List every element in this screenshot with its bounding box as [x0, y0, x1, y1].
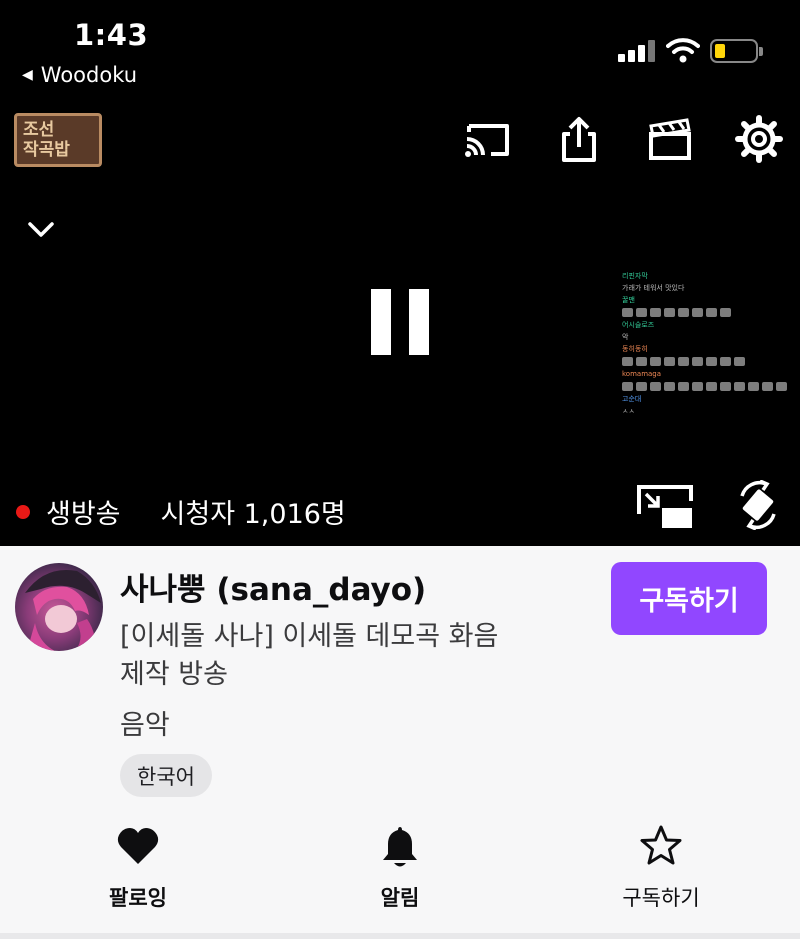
subscribe-action-label: 구독하기 — [622, 886, 700, 910]
chat-emote-icon — [622, 308, 633, 317]
picture-in-picture-icon[interactable] — [636, 484, 694, 530]
chat-message: 악 — [622, 333, 629, 341]
chat-emote-icon — [664, 308, 675, 317]
star-icon — [640, 825, 682, 865]
bell-icon — [383, 827, 417, 867]
follow-action[interactable]: 팔로잉 — [58, 824, 218, 912]
channel-thumbnail-logo[interactable]: 조선 작곡밥 — [14, 113, 102, 167]
chat-username: 어시슬로즈 — [622, 321, 655, 329]
collapse-chevron-icon[interactable] — [26, 213, 56, 243]
chat-emote-icon — [734, 382, 745, 391]
pause-button[interactable] — [371, 289, 431, 355]
status-bar: 1:43 ◀ Woodoku — [0, 0, 800, 100]
thumbnail-logo-line1: 조선 — [23, 120, 55, 140]
stream-title: [이세돌 사나] 이세돌 데모곡 화음 제작 방송 — [120, 618, 600, 694]
back-triangle-icon: ◀ — [22, 67, 33, 83]
cast-icon[interactable] — [463, 114, 513, 164]
back-app-label: Woodoku — [40, 63, 138, 87]
video-player[interactable]: 조선 작곡밥 리핀자막가래가 테워서 맛있다꿀맨어시슬로즈악동히동히 — [0, 100, 800, 546]
chat-emote-icon — [650, 308, 661, 317]
chat-emote-icon — [678, 357, 689, 366]
follow-label: 팔로잉 — [109, 886, 167, 910]
notification-label: 알림 — [380, 886, 420, 910]
chat-emote-icon — [650, 357, 661, 366]
live-dot-icon — [16, 504, 30, 519]
rotate-screen-icon[interactable] — [736, 480, 780, 530]
share-icon[interactable] — [554, 114, 604, 164]
cellular-signal-icon — [618, 40, 656, 62]
stream-title-line2: 제작 방송 — [120, 659, 228, 690]
chat-emote-row — [622, 382, 798, 391]
streamer-name[interactable]: 사나뿡 (sana_dayo) — [120, 564, 426, 609]
chat-emote-icon — [720, 357, 731, 366]
chat-emote-icon — [636, 382, 647, 391]
avatar-art-icon — [25, 569, 101, 651]
chat-emote-icon — [692, 382, 703, 391]
chat-emote-icon — [706, 382, 717, 391]
back-to-app-link[interactable]: ◀ Woodoku — [22, 63, 137, 87]
chat-emote-icon — [692, 308, 703, 317]
chat-username: 고순대 — [622, 395, 642, 403]
chat-emote-icon — [622, 382, 633, 391]
chat-username: 리핀자막 — [622, 272, 648, 280]
chat-emote-icon — [720, 308, 731, 317]
chat-username: komamaga — [622, 370, 662, 378]
chat-emote-icon — [664, 357, 675, 366]
streamer-avatar[interactable] — [15, 563, 103, 651]
bottom-divider — [0, 933, 800, 939]
chat-emote-icon — [692, 357, 703, 366]
thumbnail-logo-line2: 작곡밥 — [23, 140, 70, 160]
chat-emote-icon — [706, 308, 717, 317]
settings-gear-icon[interactable] — [734, 114, 784, 164]
chat-overlay: 리핀자막가래가 테워서 맛있다꿀맨어시슬로즈악동히동히 komamaga 고순대 ㅅㅅ — [622, 270, 798, 440]
language-tag[interactable]: 한국어 — [120, 754, 212, 797]
viewer-count: 시청자 1,016명 — [160, 499, 346, 530]
channel-info-panel: 사나뿡 (sana_dayo) 구독하기 [이세돌 사나] 이세돌 데모곡 화음… — [0, 546, 800, 939]
chat-emote-icon — [678, 308, 689, 317]
chat-emote-icon — [762, 382, 773, 391]
chat-emote-row — [622, 357, 798, 366]
chat-emote-icon — [636, 357, 647, 366]
chat-emote-icon — [664, 382, 675, 391]
subscribe-action[interactable]: 구독하기 — [581, 824, 741, 912]
wifi-icon — [666, 38, 700, 63]
chat-emote-icon — [636, 308, 647, 317]
chat-username: 동히동히 — [622, 345, 648, 353]
chat-emote-icon — [734, 357, 745, 366]
chat-message: 가래가 테워서 맛있다 — [622, 284, 685, 292]
chat-emote-icon — [748, 382, 759, 391]
heart-icon — [117, 828, 159, 864]
clip-icon[interactable] — [645, 114, 695, 164]
chat-emote-icon — [622, 357, 633, 366]
battery-icon — [710, 39, 763, 63]
chat-emote-icon — [678, 382, 689, 391]
live-status-row: 생방송 시청자 1,016명 — [16, 492, 346, 531]
live-label: 생방송 — [46, 499, 121, 530]
chat-username: 꿀맨 — [622, 296, 635, 304]
chat-message: ㅅㅅ — [622, 407, 635, 415]
chat-emote-icon — [650, 382, 661, 391]
subscribe-button[interactable]: 구독하기 — [611, 562, 767, 635]
chat-emote-row — [622, 308, 798, 317]
stream-category[interactable]: 음악 — [120, 703, 170, 742]
stream-title-line1: [이세돌 사나] 이세돌 데모곡 화음 — [120, 621, 499, 652]
chat-emote-icon — [720, 382, 731, 391]
chat-emote-icon — [706, 357, 717, 366]
notification-action[interactable]: 알림 — [320, 824, 480, 912]
status-clock: 1:43 — [74, 18, 149, 52]
chat-emote-icon — [776, 382, 787, 391]
